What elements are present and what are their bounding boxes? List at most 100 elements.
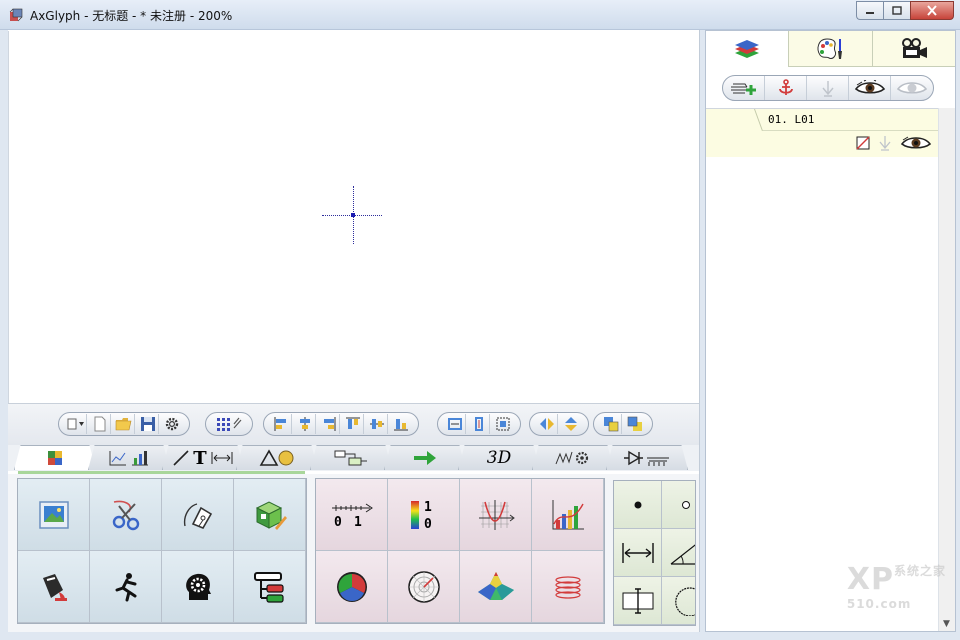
tab-charts[interactable] (88, 445, 170, 470)
align-left-button[interactable] (270, 414, 292, 434)
cut-button[interactable] (90, 479, 162, 551)
chart-icon (552, 499, 584, 529)
shape-menu-icon (67, 418, 84, 430)
flip-vertical-button[interactable] (560, 414, 582, 434)
parametric-curve-button[interactable] (532, 551, 604, 623)
smart-tools-button[interactable] (162, 551, 234, 623)
distribute-v-button[interactable] (468, 414, 490, 434)
save-button[interactable] (137, 414, 159, 434)
align-center-h-button[interactable] (294, 414, 316, 434)
pie-chart-button[interactable] (316, 551, 388, 623)
tab-3d[interactable]: 3D (458, 445, 540, 470)
scissors-icon (112, 500, 139, 530)
tab-style[interactable] (789, 31, 873, 67)
close-button[interactable] (910, 1, 954, 20)
shape-menu-button[interactable] (65, 414, 87, 434)
anchor-layer-button[interactable] (765, 76, 807, 100)
number-axis-button[interactable]: 0 1 (316, 479, 388, 551)
tab-layers[interactable] (706, 31, 790, 67)
distribute-h-button[interactable] (444, 414, 466, 434)
animation-button[interactable] (90, 551, 162, 623)
color-scale-button[interactable]: 1 0 (388, 479, 460, 551)
save-disk-icon (140, 417, 155, 431)
layer-list-scrollbar[interactable]: ▼ (938, 108, 955, 631)
distribute-tool-group (437, 412, 521, 436)
align-left-icon (274, 417, 286, 431)
tree-structure-button[interactable] (234, 551, 306, 623)
send-back-button[interactable] (624, 414, 646, 434)
tab-circuits[interactable] (606, 445, 688, 470)
open-folder-button[interactable] (113, 414, 135, 434)
layer-row-actions (856, 135, 932, 151)
tab-3d-label: 3D (486, 448, 512, 468)
show-all-layers-button[interactable] (849, 76, 891, 100)
tab-geometry[interactable] (236, 445, 318, 470)
statistics-chart-button[interactable] (532, 479, 604, 551)
insert-image-button[interactable] (18, 479, 90, 551)
tab-mechanics[interactable] (532, 445, 614, 470)
align-top-button[interactable] (342, 414, 364, 434)
new-file-icon (94, 416, 105, 432)
layer-merge-down-icon[interactable] (878, 135, 892, 151)
axglyph-app-icon (9, 8, 23, 22)
angle-tool-button[interactable] (662, 529, 695, 577)
center-page-button[interactable] (492, 414, 514, 434)
polar-plot-button[interactable] (388, 551, 460, 623)
polar-plot-icon (407, 570, 440, 603)
window-title: AxGlyph - 无标题 - * 未注册 - 200% (30, 9, 233, 23)
center-page-icon (496, 417, 510, 431)
point-tool-button[interactable] (614, 481, 662, 529)
image-icon (38, 500, 69, 529)
fill-bucket-button[interactable] (18, 551, 90, 623)
grid-snap-icon (217, 417, 242, 431)
maximize-icon (892, 6, 902, 15)
new-file-button[interactable] (89, 414, 111, 434)
minimize-icon (866, 11, 874, 14)
flip-horizontal-button[interactable] (536, 414, 558, 434)
tab-lines-text[interactable]: T (162, 445, 244, 470)
tab-arrows[interactable] (384, 445, 466, 470)
arc-tool-button[interactable] (662, 577, 695, 625)
bring-front-button[interactable] (600, 414, 622, 434)
3d-surface-button[interactable] (460, 551, 532, 623)
align-bottom-button[interactable] (390, 414, 412, 434)
hide-all-layers-button[interactable] (891, 76, 933, 100)
point-hollow-icon (681, 500, 690, 509)
pie-chart-icon (336, 571, 367, 602)
text-box-tool-button[interactable] (614, 577, 662, 625)
tab-flowchart[interactable] (310, 445, 392, 470)
grid-snap-button[interactable] (212, 414, 246, 434)
settings-button[interactable] (161, 414, 183, 434)
spring-gear-icon (555, 451, 589, 465)
hollow-point-tool-button[interactable] (662, 481, 695, 529)
layer-visibility-eye-icon[interactable] (900, 135, 932, 151)
layer-row[interactable]: 01. L01 (706, 109, 948, 157)
bar-chart-icon (132, 451, 148, 466)
dimension-tool-icon (211, 452, 233, 464)
dimension-tool-button[interactable] (614, 529, 662, 577)
text-cursor-box-icon (622, 587, 653, 614)
pen-tool-button[interactable] (162, 479, 234, 551)
grid-tool-group (205, 412, 253, 436)
3d-box-edit-button[interactable] (234, 479, 306, 551)
align-right-icon (323, 417, 335, 431)
eye-hidden-icon (896, 82, 928, 94)
minimize-button[interactable] (856, 1, 883, 20)
tab-animation[interactable] (872, 31, 955, 67)
watermark-main: XP (846, 562, 894, 597)
add-layer-button[interactable] (723, 76, 765, 100)
panel-tabs (706, 31, 955, 67)
function-plot-button[interactable] (460, 479, 532, 551)
window-frame-right (956, 30, 960, 640)
merge-down-button[interactable] (807, 76, 849, 100)
align-middle-v-button[interactable] (366, 414, 388, 434)
angle-icon (670, 543, 695, 565)
no-fill-swatch-icon[interactable] (856, 136, 870, 150)
tab-basic-shapes[interactable] (14, 445, 96, 470)
file-tool-group (58, 412, 190, 436)
align-right-button[interactable] (318, 414, 340, 434)
flowchart-icon (334, 450, 367, 466)
triangle-circle-icon (259, 449, 294, 466)
distribute-v-icon (474, 417, 483, 431)
maximize-button[interactable] (883, 1, 910, 20)
